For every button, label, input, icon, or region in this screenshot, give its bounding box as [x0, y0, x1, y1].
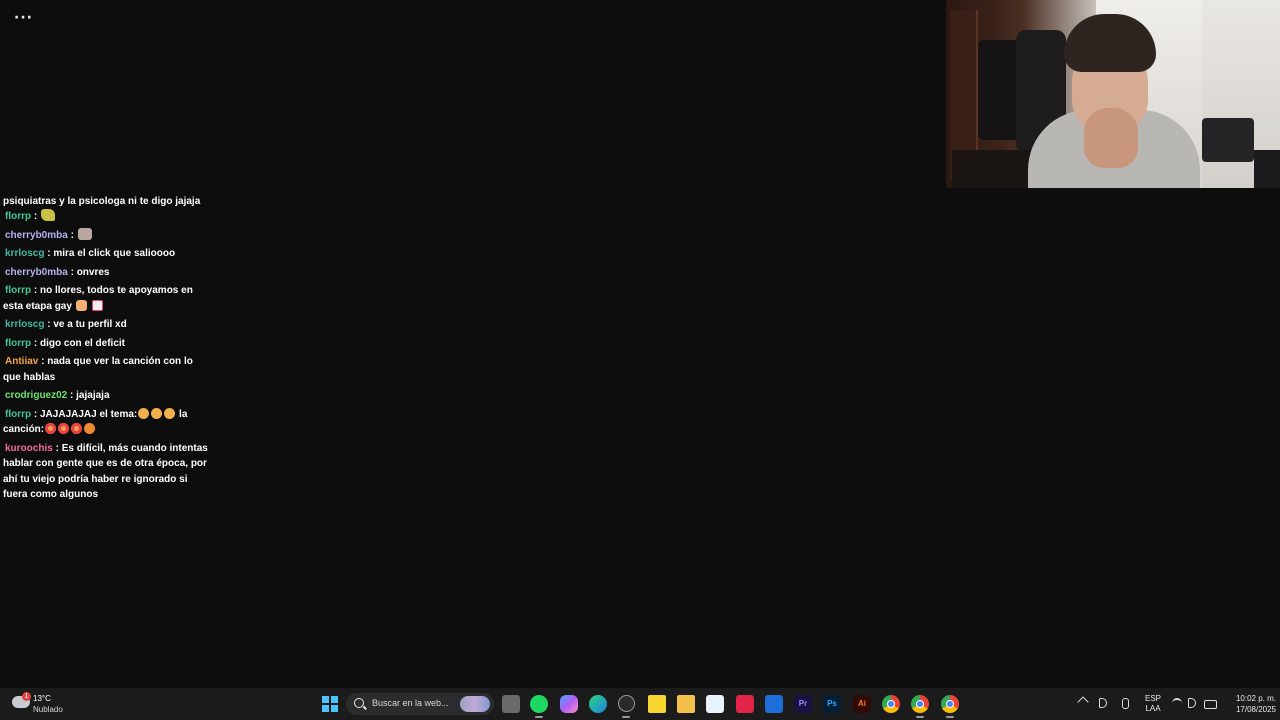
sticky-notes-icon[interactable] [648, 695, 666, 713]
search-placeholder: Buscar en la web... [372, 698, 449, 708]
webcam-feed [946, 0, 1202, 188]
chat-text: JAJAJAJAJ el tema: [40, 408, 138, 420]
chat-message: Antiiav : nada que ver la canción con lo… [3, 356, 193, 383]
chat-username: florrp [5, 337, 32, 349]
chat-username: florrp [5, 408, 32, 420]
heart-eyes-emoji-icon [45, 423, 57, 434]
cad-app-icon[interactable] [706, 695, 724, 713]
active-app-indicator [535, 716, 543, 718]
chat-username: Antiiav [5, 356, 39, 367]
weather-temperature: 13°C [33, 694, 51, 703]
smiling-face-emoji-icon [151, 407, 163, 419]
copilot-icon[interactable] [560, 695, 578, 713]
chat-message: krrloscg : mira el click que salioooo [5, 248, 176, 259]
chat-message-partial: psiquiatras y la psicologa ni te digo ja… [3, 196, 201, 206]
chat-username: krrloscg [5, 248, 45, 259]
search-icon [354, 698, 364, 708]
chat-username: kuroochis [5, 442, 53, 454]
spotify-icon[interactable] [530, 695, 548, 713]
flexed-biceps-emoji-icon [75, 299, 87, 311]
cat-emote-icon [77, 227, 92, 240]
chat-message: cherryb0mba : onvres [5, 266, 110, 278]
windows-start-icon[interactable] [322, 696, 338, 712]
taskbar-search[interactable]: Buscar en la web... [346, 693, 494, 715]
taskbar: 1 13°C Nublado Buscar en la web... Pr Ps… [0, 688, 1280, 720]
chrome-icon[interactable] [882, 695, 900, 713]
revit-icon[interactable] [765, 695, 783, 713]
battery-icon[interactable] [1204, 700, 1217, 709]
dino-emote-icon [41, 209, 55, 221]
chat-text: jajajaja [76, 390, 110, 401]
heart-eyes-emoji-icon [71, 423, 83, 434]
volume-icon[interactable] [1188, 698, 1196, 708]
chat-message: crodriguez02 : jajajaja [5, 390, 110, 401]
heart-emote-icon [91, 299, 103, 311]
file-explorer-icon[interactable] [677, 695, 695, 713]
chrome-profile-icon[interactable] [911, 695, 929, 713]
webcam-background-strip [1202, 0, 1280, 188]
chat-username: florrp [5, 285, 32, 296]
search-highlight-image [460, 696, 490, 712]
clock-time: 10:02 p. m. [1235, 694, 1276, 703]
chat-username: crodriguez02 [5, 390, 68, 401]
weather-condition: Nublado [33, 705, 63, 714]
chat-text: mira el click que salioooo [53, 248, 176, 259]
smiling-face-emoji-icon [164, 407, 176, 419]
chat-message: kuroochis : Es difícil, más cuando inten… [3, 442, 208, 501]
chat-message: krrloscg : ve a tu perfil xd [5, 319, 127, 330]
heart-eyes-emoji-icon [58, 423, 70, 434]
chrome-profile-icon[interactable] [941, 695, 959, 713]
chat-username: krrloscg [5, 319, 45, 330]
chat-username: cherryb0mba [5, 229, 68, 241]
show-hidden-icons-chevron-icon[interactable] [1077, 696, 1089, 708]
illustrator-icon[interactable]: Ai [853, 695, 871, 713]
notification-badge: 1 [22, 692, 31, 701]
system-clock[interactable]: 10:02 p. m. 17/08/2025 [1220, 693, 1276, 715]
snipping-tool-icon[interactable] [618, 695, 635, 712]
input-language[interactable]: ESP LAA [1145, 694, 1161, 714]
chat-message: florrp : no llores, todos te apoyamos en… [3, 285, 193, 312]
chat-message: florrp : [3, 209, 211, 225]
clock-date: 17/08/2025 [1235, 705, 1276, 714]
active-app-indicator [916, 716, 924, 718]
more-options-icon[interactable]: ··· [14, 8, 34, 28]
smiling-face-emoji-icon [138, 407, 150, 419]
active-app-indicator [946, 716, 954, 718]
chat-overlay: psiquiatras y la psicologa ni te digo ja… [3, 196, 211, 503]
wifi-icon[interactable] [1172, 698, 1182, 708]
task-view-icon[interactable] [502, 695, 520, 713]
premiere-pro-icon[interactable]: Pr [794, 695, 812, 713]
orange-heart-emoji-icon [84, 423, 96, 434]
chat-message: florrp : digo con el deficit [5, 337, 126, 349]
chat-username: cherryb0mba [5, 266, 68, 278]
chat-username: florrp [5, 211, 32, 222]
microphone-icon[interactable] [1122, 698, 1129, 709]
chat-text: ve a tu perfil xd [53, 319, 127, 330]
edge-browser-icon[interactable] [589, 695, 607, 713]
speaker-icon[interactable] [1099, 698, 1107, 708]
acrobat-icon[interactable] [736, 695, 754, 713]
chat-text: digo con el deficit [40, 337, 126, 349]
chat-text: onvres [76, 266, 110, 278]
chat-message: cherryb0mba : [3, 227, 211, 244]
active-app-indicator [622, 716, 630, 718]
chat-message: florrp : JAJAJAJAJ el tema: la canción: [3, 407, 188, 435]
photoshop-icon[interactable]: Ps [823, 695, 841, 713]
